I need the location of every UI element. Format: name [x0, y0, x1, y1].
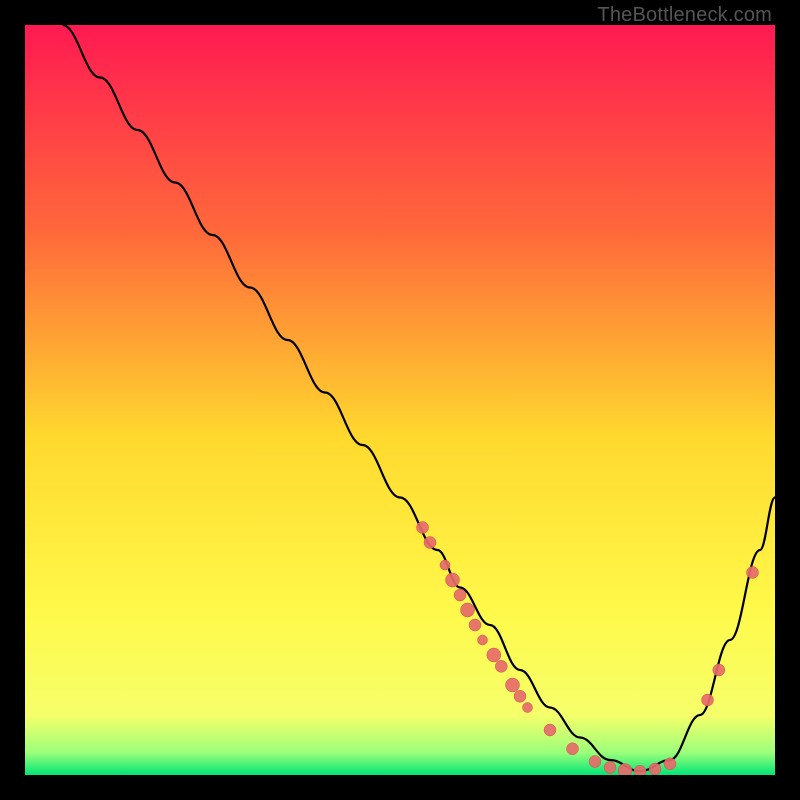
- data-marker: [424, 537, 436, 549]
- data-marker: [664, 758, 676, 770]
- data-marker: [506, 678, 520, 692]
- data-marker: [713, 664, 725, 676]
- data-marker: [454, 589, 466, 601]
- data-marker: [469, 619, 481, 631]
- data-marker: [417, 522, 429, 534]
- data-marker: [589, 756, 601, 768]
- data-marker: [514, 690, 526, 702]
- gradient-background: [25, 25, 775, 775]
- data-marker: [440, 560, 450, 570]
- data-marker: [495, 660, 507, 672]
- data-marker: [618, 764, 632, 776]
- data-marker: [478, 635, 488, 645]
- data-marker: [604, 762, 616, 774]
- chart-frame: [25, 25, 775, 775]
- data-marker: [461, 603, 475, 617]
- chart-svg: [25, 25, 775, 775]
- data-marker: [702, 694, 714, 706]
- data-marker: [487, 648, 501, 662]
- data-marker: [523, 703, 533, 713]
- data-marker: [544, 724, 556, 736]
- watermark-text: TheBottleneck.com: [597, 4, 772, 27]
- data-marker: [649, 763, 661, 775]
- data-marker: [747, 567, 759, 579]
- data-marker: [446, 573, 460, 587]
- data-marker: [567, 743, 579, 755]
- data-marker: [634, 765, 646, 775]
